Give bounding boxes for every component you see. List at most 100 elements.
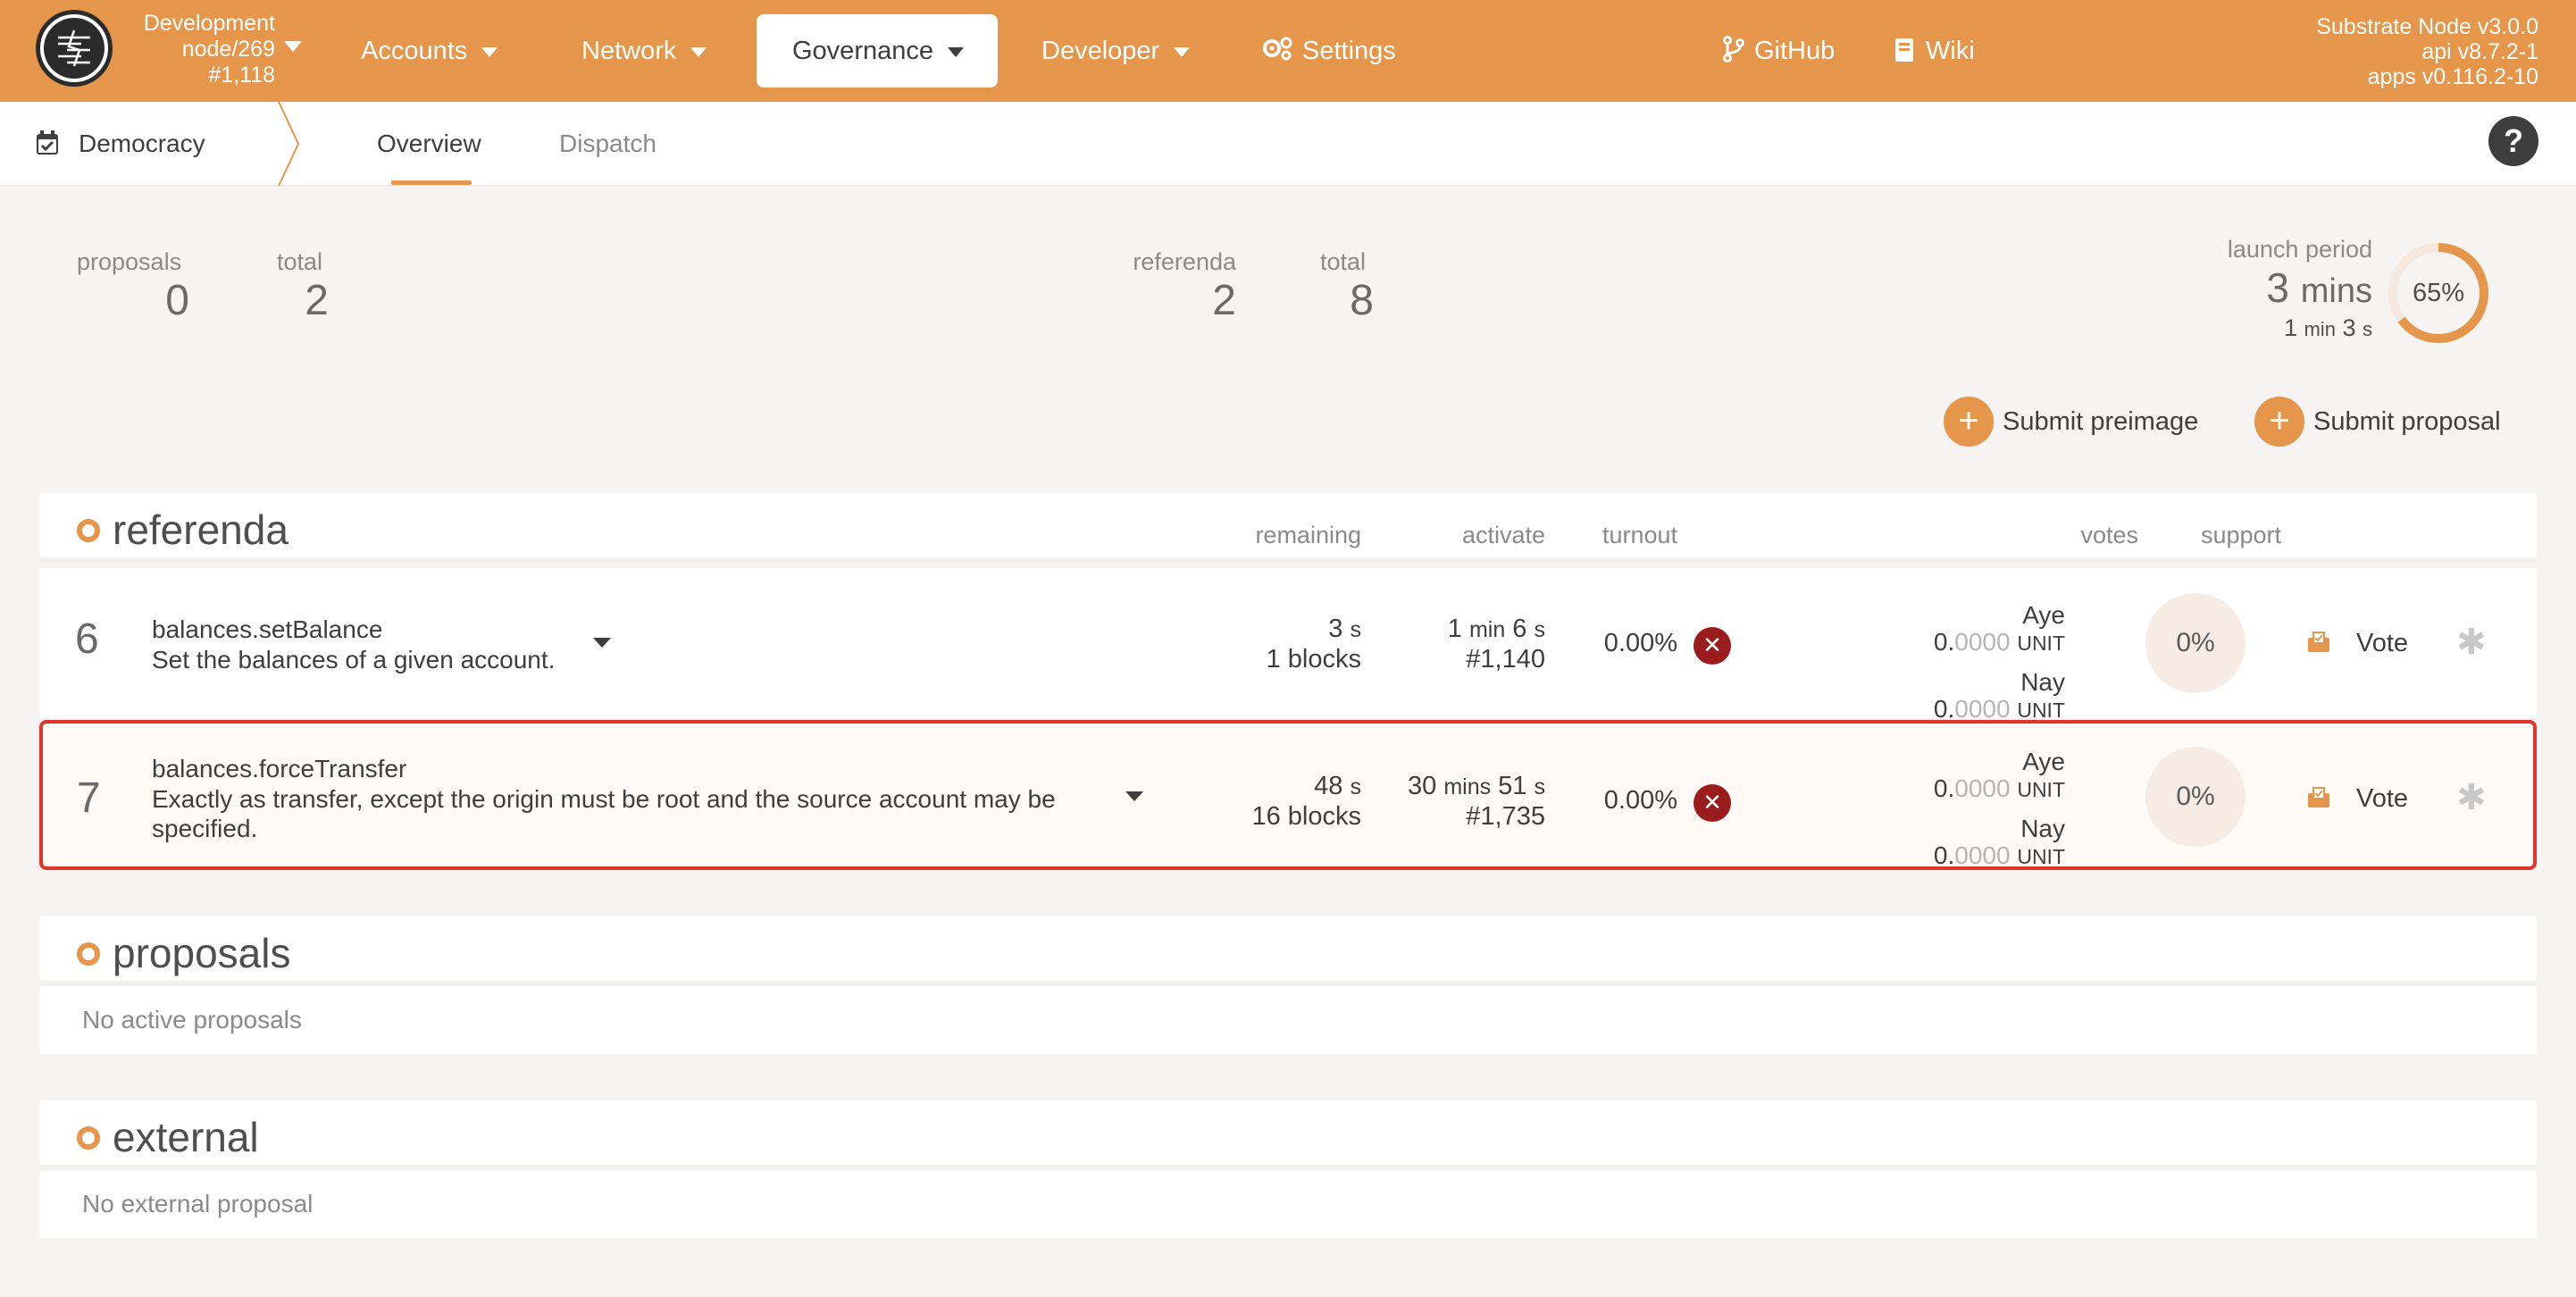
help-button[interactable]: ? [2488, 116, 2538, 166]
support-gauge: 0% [2145, 747, 2246, 847]
nav-network[interactable]: Network [581, 14, 707, 88]
chevron-down-icon[interactable] [593, 638, 611, 650]
wiki-link[interactable]: Wiki [1894, 14, 1975, 88]
summary-referenda-total: total 8 [1320, 248, 1374, 326]
gears-icon [1263, 37, 1292, 61]
chain-selector[interactable]: Development node/269 #1,118 [125, 11, 275, 88]
external-header: external [39, 1100, 2537, 1170]
turnout-value: 0.00% [1603, 786, 1677, 815]
aye-int: 0. [1933, 628, 1955, 656]
nay-unit: UNIT [2017, 699, 2065, 722]
nav-developer[interactable]: Developer [1041, 14, 1191, 88]
nav-governance[interactable]: Governance [757, 14, 998, 88]
asterisk-icon: ✱ [2456, 778, 2487, 817]
col-support: support [2200, 522, 2281, 548]
section-dot-icon [77, 1126, 100, 1150]
plus-icon: + [1944, 397, 1994, 447]
remaining-unit: s [1350, 617, 1362, 642]
close-icon[interactable]: ✕ [1694, 784, 1731, 822]
code-branch-icon [1723, 36, 1744, 63]
nav-network-label: Network [581, 37, 677, 65]
close-icon[interactable]: ✕ [1694, 627, 1731, 665]
section-dot-icon [77, 519, 100, 542]
referendum-description: Exactly as transfer, except the origin m… [152, 785, 1056, 842]
summary-referenda-label: referenda [1133, 248, 1236, 275]
vote-label: Vote [2356, 784, 2409, 813]
page-title-label: Democracy [79, 130, 205, 157]
submit-preimage-button[interactable]: + Submit preimage [1944, 397, 2198, 447]
external-empty-message: No external proposal [82, 1190, 314, 1218]
chevron-down-icon[interactable] [284, 41, 302, 54]
nay-dec: 0000 [1954, 841, 2011, 869]
activate-b: 6 [1512, 615, 1527, 643]
calendar-check-icon [37, 130, 58, 155]
nay-label: Nay [2020, 815, 2065, 842]
launch-small-sec-unit: s [2363, 318, 2372, 340]
launch-period-label: launch period [2227, 236, 2372, 263]
external-title: external [77, 1113, 259, 1161]
proposals-title-label: proposals [113, 930, 291, 976]
chevron-down-icon[interactable] [1125, 791, 1143, 804]
tab-overview[interactable]: Overview [377, 102, 481, 186]
launch-small-min-unit: min [2304, 318, 2336, 340]
version-info: Substrate Node v3.0.0 api v8.7.2-1 apps … [2316, 14, 2538, 89]
nay-dec: 0000 [1954, 695, 2011, 723]
turnout-value: 0.00% [1603, 629, 1677, 657]
submit-proposal-label: Submit proposal [2313, 407, 2501, 436]
remaining-time: 3 s 1 blocks [1183, 615, 1361, 674]
book-icon [1895, 38, 1913, 62]
top-bar: Development node/269 #1,118 Accounts Net… [0, 0, 2576, 102]
apps-version-text: apps v0.116.2-10 [2367, 64, 2538, 89]
proposals-header: proposals [39, 916, 2537, 986]
github-link[interactable]: GitHub [1722, 14, 1835, 88]
summary-referenda-total-value: 8 [1350, 277, 1374, 324]
nav-settings[interactable]: Settings [1261, 14, 1396, 88]
nay-unit: UNIT [2017, 845, 2065, 868]
activate-b: 51 [1498, 772, 1527, 800]
nav-accounts[interactable]: Accounts [361, 14, 498, 88]
activate-block: #1,140 [1466, 645, 1545, 674]
aye-label: Aye [2022, 748, 2065, 775]
wiki-label: Wiki [1926, 37, 1975, 65]
chevron-down-icon [690, 46, 707, 57]
substrate-logo-icon[interactable] [36, 10, 113, 87]
activate-time: 1 min 6 s #1,140 [1367, 615, 1545, 674]
chain-name: Development [143, 11, 275, 36]
external-title-label: external [113, 1114, 259, 1160]
summary-proposals-total-label: total [277, 248, 323, 275]
vote-button[interactable]: Vote [2306, 784, 2408, 814]
referenda-title-label: referenda [113, 506, 289, 553]
vote-button[interactable]: Vote [2306, 629, 2408, 658]
chevron-down-icon [481, 46, 498, 57]
nav-settings-label: Settings [1302, 37, 1396, 65]
api-version-text: api v8.7.2-1 [2421, 39, 2538, 64]
breadcrumb-separator [278, 102, 300, 186]
aye-unit: UNIT [2017, 778, 2065, 801]
vote-label: Vote [2356, 629, 2409, 657]
votes-breakdown: Aye 0.0000 UNIT Nay 0.0000 UNIT [1826, 602, 2065, 724]
launch-progress-label: 65% [2412, 279, 2465, 307]
summary-proposals-total: total 2 [277, 248, 329, 326]
table-row: 6 balances.setBalance Set the balances o… [39, 568, 2537, 723]
node-version: node/269 [181, 37, 275, 62]
referenda-header: referenda remaining activate turnout vot… [39, 493, 2537, 563]
activate-a-unit: min [1468, 617, 1506, 642]
tab-dispatch[interactable]: Dispatch [559, 102, 657, 186]
activate-b-unit: s [1534, 617, 1546, 642]
chevron-down-icon [1174, 46, 1191, 57]
submit-proposal-button[interactable]: + Submit proposal [2254, 397, 2501, 447]
plus-icon: + [2254, 397, 2304, 447]
submit-preimage-label: Submit preimage [2003, 407, 2199, 436]
referenda-table: referenda remaining activate turnout vot… [39, 493, 2537, 870]
referendum-call: balances.setBalance [152, 615, 383, 643]
vote-icon [2308, 787, 2329, 807]
referendum-index: 7 [77, 774, 101, 822]
nay-int: 0. [1933, 695, 1955, 723]
aye-label: Aye [2022, 601, 2065, 629]
summary-referenda-total-label: total [1320, 248, 1367, 275]
referenda-title: referenda [77, 506, 289, 554]
aye-int: 0. [1933, 774, 1955, 802]
col-votes: votes [2080, 522, 2138, 548]
summary-referenda: referenda 2 [1127, 248, 1236, 326]
external-table: external No external proposal [39, 1100, 2537, 1238]
